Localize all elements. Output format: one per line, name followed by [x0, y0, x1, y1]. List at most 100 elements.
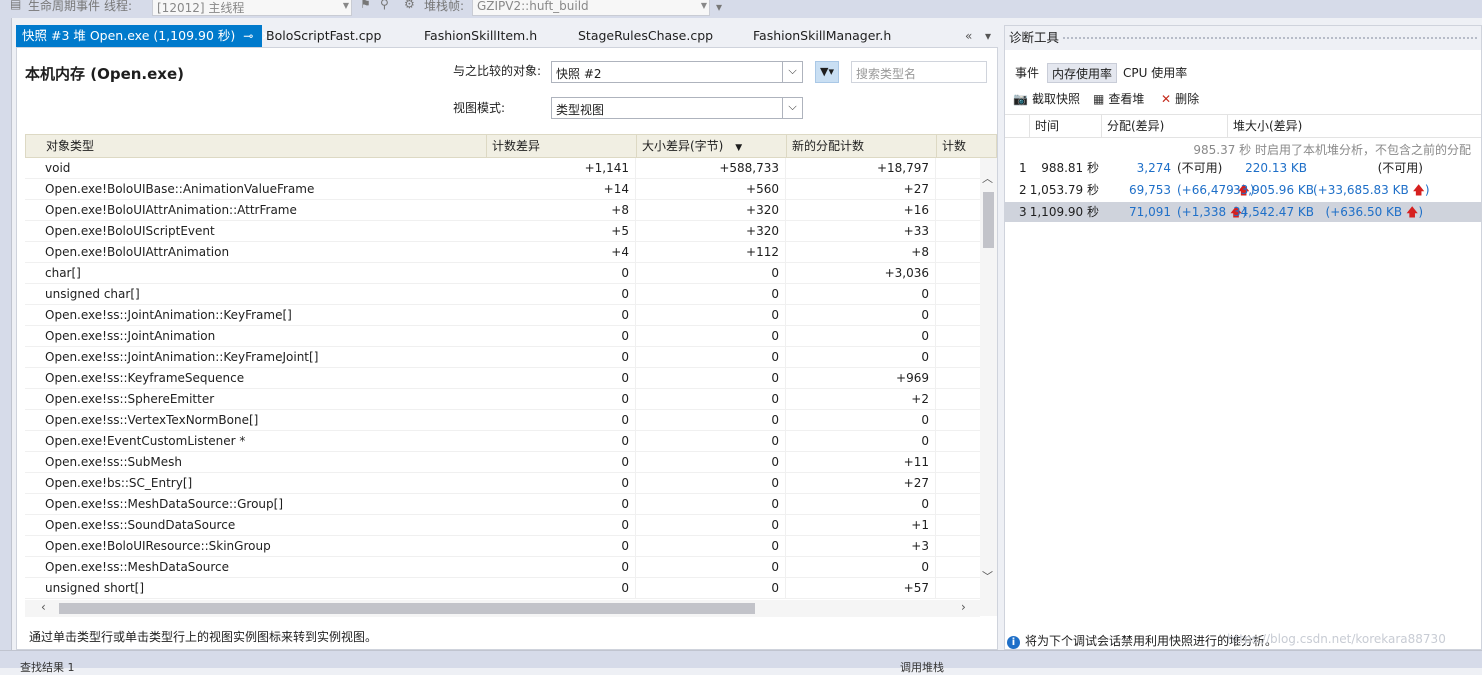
count-diff: +14 [486, 179, 636, 200]
type-name: Open.exe!ss::JointAnimation::KeyFrameJoi… [45, 350, 319, 364]
scroll-up-icon[interactable]: ︿ [982, 170, 993, 186]
col-alloc-diff[interactable]: 分配(差异) [1101, 115, 1227, 138]
table-row[interactable]: Open.exe!BoloUIScriptEvent +5 +320 +33 [25, 221, 980, 242]
table-row[interactable]: Open.exe!BoloUIAttrAnimation::AttrFrame +… [25, 200, 980, 221]
new-alloc-count: 0 [786, 431, 936, 452]
table-row[interactable]: Open.exe!ss::MeshDataSource 0 0 0 [25, 557, 980, 578]
table-row[interactable]: unsigned char[] 0 0 0 [25, 284, 980, 305]
filter-icon[interactable]: ▼▾ [815, 61, 839, 83]
col-count-diff[interactable]: 计数差异 [487, 135, 637, 158]
size-diff: 0 [636, 536, 786, 557]
heap-diff[interactable]: (+33,685.83 KB 🡅) [1313, 180, 1430, 200]
new-alloc-count: +57 [786, 578, 936, 599]
filter-threads-icon[interactable]: ⚲ [380, 0, 389, 11]
chevron-down-icon[interactable]: ⌵ [782, 98, 802, 118]
table-row[interactable]: unsigned short[] 0 0 +57 [25, 578, 980, 599]
tab-stagerules[interactable]: StageRulesChase.cpp [578, 25, 713, 47]
chevron-down-icon[interactable]: ⌵ [782, 62, 802, 82]
col-new-alloc[interactable]: 新的分配计数 [787, 135, 937, 158]
vertical-scrollbar[interactable]: ︿ ﹀ [980, 158, 997, 616]
new-alloc-count: +3 [786, 536, 936, 557]
table-row[interactable]: Open.exe!EventCustomListener * 0 0 0 [25, 431, 980, 452]
tab-boloscriptfast[interactable]: BoloScriptFast.cpp [266, 25, 381, 47]
tab-menu-icon[interactable]: ▾ [985, 25, 991, 47]
take-snapshot-button[interactable]: 📷 截取快照 [1013, 89, 1080, 109]
table-row[interactable]: Open.exe!ss::JointAnimation::KeyFrame[] 0… [25, 305, 980, 326]
scroll-left-icon[interactable]: ‹ [41, 600, 46, 614]
type-name: Open.exe!BoloUIBase::AnimationValueFrame [45, 182, 315, 196]
table-row[interactable]: Open.exe!ss::JointAnimation 0 0 0 [25, 326, 980, 347]
table-row[interactable]: Open.exe!bs::SC_Entry[] 0 0 +27 [25, 473, 980, 494]
horizontal-scrollbar[interactable]: ‹ › [25, 600, 980, 617]
stack-frame-combo[interactable]: GZIPV2::huft_build ▼ [472, 0, 710, 16]
size-diff: 0 [636, 263, 786, 284]
find-results-tab[interactable]: 查找结果 1 [20, 659, 75, 675]
table-row[interactable]: Open.exe!BoloUIAttrAnimation +4 +112 +8 [25, 242, 980, 263]
search-input[interactable]: 搜索类型名 [851, 61, 987, 83]
heap-link[interactable]: 220.13 KB [1233, 158, 1307, 178]
view-mode-dropdown[interactable]: 类型视图 ⌵ [551, 97, 803, 119]
thread-combo[interactable]: [12012] 主线程 ▼ [152, 0, 352, 16]
table-row[interactable]: Open.exe!BoloUIResource::SkinGroup 0 0 +3 [25, 536, 980, 557]
col-object-type[interactable]: 对象类型 [26, 135, 487, 158]
call-stack-tab[interactable]: 调用堆栈 [900, 659, 944, 675]
alloc-link[interactable]: 69,753 [1103, 180, 1171, 200]
new-alloc-count: +27 [786, 473, 936, 494]
snapshot-row[interactable]: 1 988.81 秒 3,274 (不可用) 220.13 KB (不可用) [1005, 158, 1481, 178]
count-diff: +1,141 [486, 158, 636, 179]
tab-snapshot-3[interactable]: 快照 #3 堆 Open.exe (1,109.90 秒) ⊸ ✕ [16, 25, 271, 47]
tab-memory-usage[interactable]: 内存使用率 [1047, 63, 1118, 83]
table-row[interactable]: Open.exe!ss::SphereEmitter 0 0 +2 [25, 389, 980, 410]
alloc-link[interactable]: 3,274 [1103, 158, 1171, 178]
table-row[interactable]: char[] 0 0 +3,036 [25, 263, 980, 284]
heap-link[interactable]: 33,905.96 KB [1233, 180, 1314, 200]
col-heap-diff[interactable]: 堆大小(差异) [1227, 115, 1427, 138]
scroll-down-icon[interactable]: ﹀ [982, 568, 993, 584]
table-row[interactable]: Open.exe!ss::SoundDataSource 0 0 +1 [25, 515, 980, 536]
view-heap-button[interactable]: ▦ 查看堆 [1093, 89, 1144, 109]
debug-location-bar: ▤ 生命周期事件 线程: [12012] 主线程 ▼ ⚑ ⚲ ⚙ 堆栈帧: GZI… [0, 0, 1482, 18]
size-diff: 0 [636, 494, 786, 515]
count-diff: 0 [486, 431, 636, 452]
delete-button[interactable]: ✕ 删除 [1161, 89, 1199, 109]
compare-dropdown[interactable]: 快照 #2 ⌵ [551, 61, 803, 83]
col-count[interactable]: 计数 [937, 135, 997, 158]
lifecycle-events-label[interactable]: 生命周期事件 [28, 0, 100, 14]
scroll-right-icon[interactable]: › [961, 600, 966, 614]
snapshot-row[interactable]: 3 1,109.90 秒 71,091 (+1,338 🡅) 34,542.47 KB(… [1005, 202, 1481, 222]
compare-label: 与之比较的对象: [453, 64, 542, 78]
table-row[interactable]: void +1,141 +588,733 +18,797 [25, 158, 980, 179]
table-row[interactable]: Open.exe!BoloUIBase::AnimationValueFrame… [25, 179, 980, 200]
count-diff: +4 [486, 242, 636, 263]
toolbar-overflow-icon[interactable]: ▾ [716, 0, 722, 14]
table-row[interactable]: Open.exe!ss::SubMesh 0 0 +11 [25, 452, 980, 473]
table-row[interactable]: Open.exe!ss::MeshDataSource::Group[] 0 0 0 [25, 494, 980, 515]
snapshot-document: 本机内存 (Open.exe) 与之比较的对象: 快照 #2 ⌵ ▼▾ 搜索类型… [16, 47, 998, 650]
flag-icon[interactable]: ⚑ [360, 0, 371, 11]
tab-fashionskillmanager[interactable]: FashionSkillManager.h [753, 25, 891, 47]
col-size-diff[interactable]: 大小差异(字节) ▼ [637, 135, 787, 158]
pin-icon[interactable]: ⊸ [243, 25, 253, 47]
table-row[interactable]: Open.exe!ss::JointAnimation::KeyFrameJoi… [25, 347, 980, 368]
type-name: Open.exe!BoloUIResource::SkinGroup [45, 539, 271, 553]
tab-events[interactable]: 事件 [1011, 63, 1043, 83]
tab-fashionskillitem[interactable]: FashionSkillItem.h [424, 25, 537, 47]
heap-diff[interactable]: (+636.50 KB 🡅) [1313, 202, 1423, 222]
type-name: Open.exe!ss::KeyframeSequence [45, 371, 245, 385]
new-alloc-count: 0 [786, 557, 936, 578]
col-time[interactable]: 时间 [1029, 115, 1101, 138]
scroll-thumb[interactable] [983, 192, 994, 248]
table-row[interactable]: Open.exe!ss::VertexTexNormBone[] 0 0 0 [25, 410, 980, 431]
snapshot-row[interactable]: 2 1,053.79 秒 69,753 (+66,479 🡅) 33,905.96 KB… [1005, 180, 1481, 200]
tab-cpu-usage[interactable]: CPU 使用率 [1119, 63, 1191, 83]
table-row[interactable]: Open.exe!ss::KeyframeSequence 0 0 +969 [25, 368, 980, 389]
size-diff: 0 [636, 410, 786, 431]
count-diff: 0 [486, 557, 636, 578]
tab-overflow-icon[interactable]: « [965, 25, 972, 47]
alloc-link[interactable]: 71,091 [1103, 202, 1171, 222]
lifecycle-icon[interactable]: ▤ [10, 0, 21, 11]
hscroll-thumb[interactable] [59, 603, 755, 614]
heap-link[interactable]: 34,542.47 KB [1233, 202, 1314, 222]
type-name: Open.exe!EventCustomListener * [45, 434, 246, 448]
type-name: Open.exe!ss::SoundDataSource [45, 518, 236, 532]
